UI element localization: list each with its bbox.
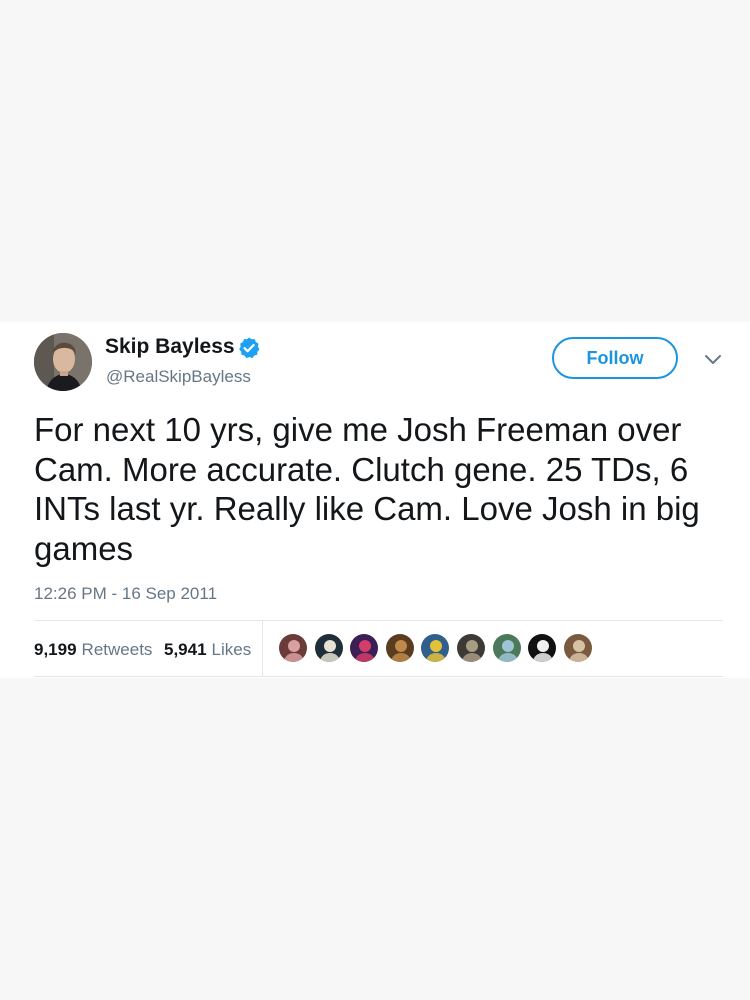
liker-avatar-icon[interactable] bbox=[492, 633, 522, 663]
follow-button[interactable]: Follow bbox=[552, 337, 678, 379]
retweets-stat[interactable]: 9,199 Retweets bbox=[34, 640, 152, 660]
tweet-card: Skip Bayless @RealSkipBayless Follow For… bbox=[0, 322, 750, 678]
liker-avatar-icon[interactable] bbox=[314, 633, 344, 663]
stats-divider-top bbox=[34, 620, 723, 621]
display-name[interactable]: Skip Bayless bbox=[105, 335, 235, 359]
liker-avatar-icon[interactable] bbox=[527, 633, 557, 663]
liker-avatar-icon[interactable] bbox=[385, 633, 415, 663]
user-handle[interactable]: @RealSkipBayless bbox=[106, 367, 251, 387]
stats-vertical-divider bbox=[262, 621, 263, 676]
likes-label: Likes bbox=[211, 640, 252, 659]
profile-avatar[interactable] bbox=[34, 333, 92, 391]
retweets-label: Retweets bbox=[81, 640, 153, 659]
liker-avatar-icon[interactable] bbox=[278, 633, 308, 663]
retweets-count: 9,199 bbox=[34, 640, 77, 659]
liker-avatar-icon[interactable] bbox=[349, 633, 379, 663]
liker-avatar-icon[interactable] bbox=[420, 633, 450, 663]
tweet-timestamp[interactable]: 12:26 PM - 16 Sep 2011 bbox=[34, 584, 217, 604]
verified-badge-icon bbox=[239, 337, 260, 359]
stats-divider-bottom bbox=[34, 676, 723, 677]
tweet-text: For next 10 yrs, give me Josh Freeman ov… bbox=[34, 411, 700, 567]
liker-avatar-icon[interactable] bbox=[456, 633, 486, 663]
likes-count: 5,941 bbox=[164, 640, 207, 659]
likes-stat[interactable]: 5,941 Likes bbox=[164, 640, 251, 660]
chevron-down-icon[interactable] bbox=[704, 352, 722, 366]
liker-avatar-icon[interactable] bbox=[563, 633, 593, 663]
